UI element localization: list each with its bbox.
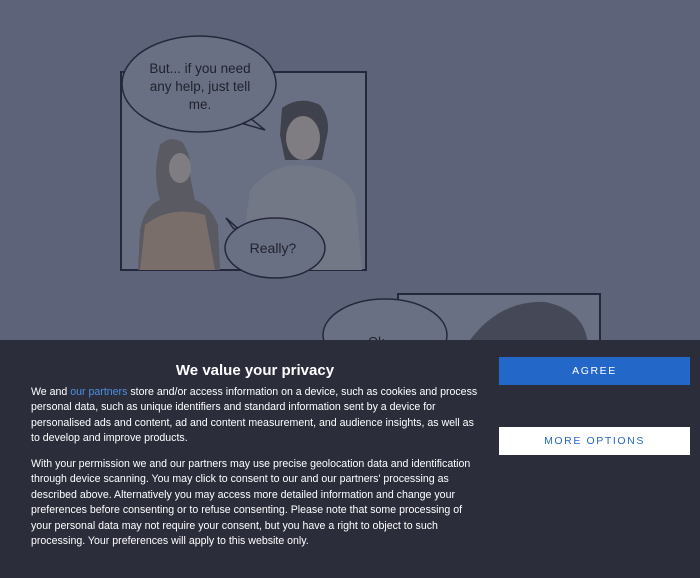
- comic-bubble-text-line3: me.: [189, 97, 212, 112]
- consent-paragraph-1: We and our partners store and/or access …: [31, 385, 479, 447]
- agree-button[interactable]: AGREE: [499, 357, 690, 385]
- consent-p1-text-start: We and: [31, 386, 71, 398]
- consent-paragraph-2: With your permission we and our partners…: [31, 458, 471, 548]
- privacy-consent-banner: We value your privacy We and our partner…: [0, 340, 700, 578]
- more-options-button[interactable]: MORE OPTIONS: [499, 427, 690, 455]
- consent-title: We value your privacy: [175, 362, 335, 379]
- comic-panel-top: But... if you need any help, just tell m…: [120, 35, 367, 279]
- comic-bubble-text-line1: But... if you need: [149, 61, 250, 76]
- comic-bubble-text-really: Really?: [250, 240, 297, 256]
- our-partners-link[interactable]: our partners: [70, 386, 127, 398]
- comic-bubble-text-line2: any help, just tell: [150, 79, 251, 94]
